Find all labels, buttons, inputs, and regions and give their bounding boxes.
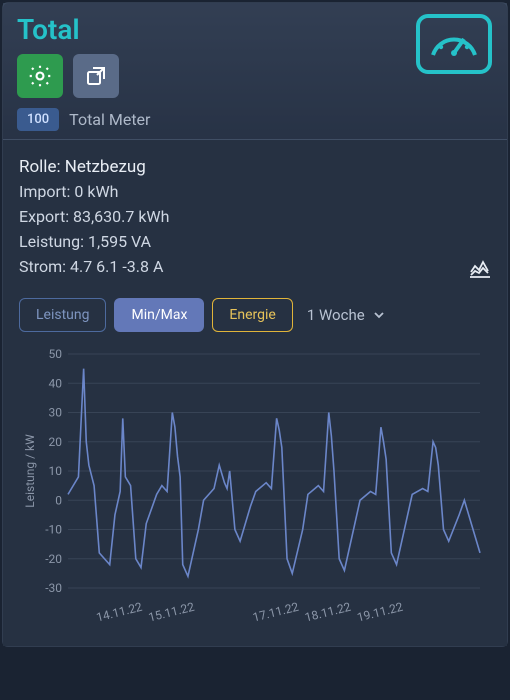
svg-text:Leistung / kW: Leistung / kW [23,433,37,507]
svg-text:18.11.22: 18.11.22 [303,599,352,624]
tab-leistung[interactable]: Leistung [19,298,106,332]
time-range-select[interactable]: 1 Woche [307,306,385,324]
svg-text:40: 40 [49,376,63,390]
svg-text:14.11.22: 14.11.22 [95,599,144,624]
chevron-down-icon [373,309,385,321]
svg-text:19.11.22: 19.11.22 [356,599,405,624]
priority-badge: 100 [17,108,59,131]
popout-button[interactable] [73,54,119,98]
line-chart-icon[interactable] [469,260,491,278]
svg-text:-10: -10 [45,522,62,536]
info-role: Rolle: Netzbezug [19,154,491,180]
popout-icon [84,64,108,88]
svg-text:-20: -20 [45,551,62,565]
info-power: Leistung: 1,595 VA [19,230,491,255]
info-export: Export: 83,630.7 kWh [19,205,491,230]
svg-text:10: 10 [49,464,63,478]
svg-text:30: 30 [49,405,63,419]
info-current: Strom: 4.7 6.1 -3.8 A [19,255,491,280]
time-range-label: 1 Woche [307,306,365,324]
svg-text:0: 0 [55,493,62,507]
settings-button[interactable] [17,54,63,98]
meter-icon [415,13,493,75]
svg-text:17.11.22: 17.11.22 [251,599,300,624]
gear-icon [27,63,53,89]
tab-minmax[interactable]: Min/Max [114,298,204,332]
svg-text:-30: -30 [45,581,62,595]
svg-text:15.11.22: 15.11.22 [147,599,196,624]
badge-label: Total Meter [69,110,150,129]
svg-text:20: 20 [49,434,63,448]
info-import: Import: 0 kWh [19,180,491,205]
tab-energie[interactable]: Energie [212,298,292,332]
svg-text:50: 50 [49,347,63,361]
power-chart: -30 -20 -10 0 10 20 30 40 50 14.11.2215.11.22 17.1… [19,344,491,634]
